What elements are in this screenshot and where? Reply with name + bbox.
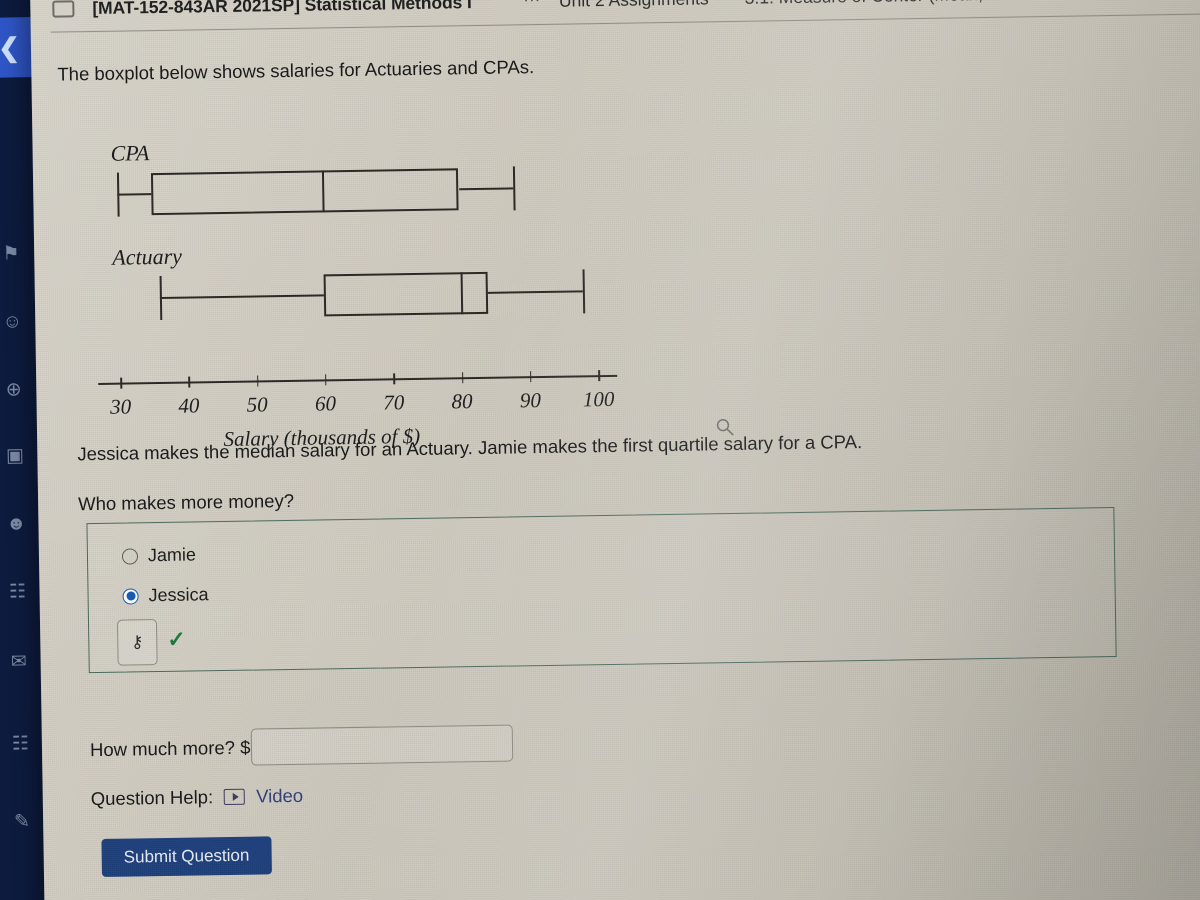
x-tick-70 (393, 373, 396, 385)
x-tick-label-100: 100 (582, 386, 615, 412)
x-tick-100 (598, 370, 600, 382)
sidebar-icon-mail[interactable]: ✉ (0, 647, 39, 678)
window-icon (52, 0, 75, 18)
breadcrumb-section[interactable]: 3.1: Measure of Center (Mean, Med (744, 0, 1022, 8)
choice-jessica[interactable]: Jessica (122, 584, 209, 606)
how-much-more-input[interactable] (251, 724, 514, 766)
breadcrumb-ellipsis[interactable]: ... (523, 0, 540, 6)
video-link[interactable]: Video (256, 785, 303, 808)
x-tick-label-60: 60 (314, 391, 337, 416)
sidebar-icon-people[interactable]: ☻ (0, 509, 37, 540)
x-tick-30 (120, 377, 122, 389)
x-tick-60 (325, 374, 327, 386)
cpa-max-whisker-line (458, 187, 514, 191)
screen-photo: ❮ ⚑ ☺ ⊕ ▣ ☻ ☷ ✉ ☷ ✎ [MAT-152-843AR 2021S… (0, 0, 1200, 900)
cpa-box (151, 168, 460, 216)
sidebar-icon-edit[interactable]: ✎ (2, 807, 43, 838)
boxplot-figure: CPA Actuary 30 40 50 60 70 80 90 100 Sal… (58, 117, 734, 451)
choice-label-jamie: Jamie (147, 544, 197, 566)
x-tick-label-70: 70 (383, 390, 405, 415)
how-much-more-label: How much more? $ (89, 736, 251, 760)
x-tick-label-80: 80 (451, 389, 473, 414)
cpa-min-whisker-line (117, 193, 152, 196)
breadcrumb-unit[interactable]: Unit 2 Assignments (559, 0, 709, 11)
radio-jessica[interactable] (122, 587, 139, 605)
key-icon[interactable]: ⚷ (116, 619, 158, 666)
sidebar-icon-graduation-cap[interactable]: ⚑ (0, 239, 31, 270)
x-tick-90 (529, 371, 532, 383)
series-label-actuary: Actuary (112, 243, 183, 270)
x-tick-label-40: 40 (178, 393, 200, 418)
course-title: [MAT-152-843AR 2021SP] Statistical Metho… (92, 0, 472, 18)
question-help-row: Question Help: Video (91, 785, 304, 810)
choice-jamie[interactable]: Jamie (121, 544, 197, 566)
actuary-max-whisker-line (487, 290, 584, 294)
radio-jamie[interactable] (121, 547, 139, 565)
x-tick-label-50: 50 (246, 392, 268, 417)
sidebar-icon-person[interactable]: ☺ (0, 307, 33, 338)
question-text: Who makes more money? (77, 489, 295, 515)
x-tick-50 (256, 375, 259, 387)
prompt-text: Jessica makes the median salary for an A… (77, 430, 863, 465)
actuary-box (323, 271, 489, 317)
x-tick-80 (461, 372, 464, 384)
sidebar-icon-window[interactable]: ▣ (0, 441, 35, 472)
question-content: The boxplot below shows salaries for Act… (31, 13, 1200, 900)
video-play-icon[interactable] (224, 788, 246, 806)
sidebar-icon-grid[interactable]: ☷ (0, 577, 38, 608)
series-label-cpa: CPA (110, 140, 150, 166)
browser-screen: [MAT-152-843AR 2021SP] Statistical Metho… (30, 0, 1200, 900)
answer-panel: Jamie Jessica ⚷ ✓ (86, 507, 1117, 674)
x-tick-40 (188, 376, 191, 388)
sidebar-icon-document[interactable]: ☷ (0, 729, 41, 760)
sidebar-icon-globe[interactable]: ⊕ (0, 375, 34, 406)
cpa-max-whisker-cap (513, 166, 516, 211)
x-axis-line (97, 374, 617, 385)
check-icon: ✓ (167, 626, 186, 652)
how-much-more-row: How much more? $ (89, 724, 514, 769)
actuary-max-whisker-cap (582, 269, 586, 314)
question-help-label: Question Help: (90, 786, 214, 810)
choice-label-jessica: Jessica (148, 584, 209, 606)
actuary-min-whisker-line (159, 294, 324, 299)
submit-question-button[interactable]: Submit Question (101, 836, 272, 877)
x-tick-label-90: 90 (519, 388, 542, 413)
intro-text: The boxplot below shows salaries for Act… (57, 56, 535, 85)
x-tick-label-30: 30 (109, 394, 132, 419)
x-axis-ticks: 30 40 50 60 70 80 90 100 (58, 117, 718, 419)
